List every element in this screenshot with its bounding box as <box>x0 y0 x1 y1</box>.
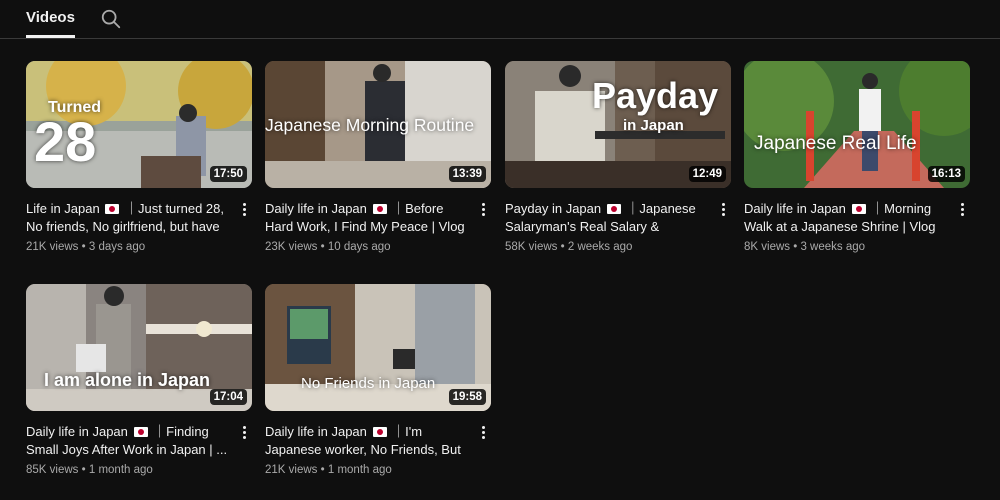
video-title[interactable]: Daily life in Japan ｜I'm Japanese worker… <box>265 423 473 459</box>
japan-flag-icon <box>851 204 866 214</box>
video-card[interactable]: Payday in Japan 12:49 Payday in Japan ｜J… <box>505 61 731 253</box>
japan-flag-icon <box>372 204 387 214</box>
video-thumbnail[interactable]: No Friends in Japan 19:58 <box>265 284 491 411</box>
more-options-icon[interactable] <box>717 202 729 218</box>
video-meta: 21K views • 3 days ago <box>26 241 146 253</box>
japan-flag-icon <box>133 427 148 437</box>
video-title[interactable]: Life in Japan ｜Just turned 28, No friend… <box>26 200 234 236</box>
video-title[interactable]: Daily life in Japan ｜Finding Small Joys … <box>26 423 234 459</box>
more-options-icon[interactable] <box>956 202 968 218</box>
more-options-icon[interactable] <box>238 425 250 441</box>
video-thumbnail[interactable]: Japanese Real Life 16:13 <box>744 61 970 188</box>
thumbnail-overlay: No Friends in Japan <box>301 375 436 392</box>
video-thumbnail[interactable]: Japanese Morning Routine 13:39 <box>265 61 491 188</box>
video-meta: 21K views • 1 month ago <box>265 464 392 476</box>
video-duration: 17:04 <box>209 389 247 405</box>
video-duration: 17:50 <box>209 166 247 182</box>
japan-flag-icon <box>105 204 120 214</box>
video-thumbnail[interactable]: Turned 28 17:50 <box>26 61 252 188</box>
video-title[interactable]: Payday in Japan ｜Japanese Salaryman's Re… <box>505 200 713 236</box>
thumbnail-overlay: I am alone in Japan <box>44 370 211 390</box>
thumbnail-overlay-line2: 28 <box>34 110 97 173</box>
video-card[interactable]: No Friends in Japan 19:58 Daily life in … <box>265 284 491 476</box>
thumbnail-overlay: Japanese Morning Routine <box>265 115 475 135</box>
video-thumbnail[interactable]: Payday in Japan 12:49 <box>505 61 731 188</box>
more-options-icon[interactable] <box>477 202 489 218</box>
video-card[interactable]: Japanese Morning Routine 13:39 Daily lif… <box>265 61 491 253</box>
more-options-icon[interactable] <box>477 425 489 441</box>
japan-flag-icon <box>372 427 387 437</box>
video-duration: 16:13 <box>927 166 965 182</box>
video-meta: 58K views • 2 weeks ago <box>505 241 633 253</box>
video-title[interactable]: Daily life in Japan ｜Morning Walk at a J… <box>744 200 952 236</box>
video-meta: 85K views • 1 month ago <box>26 464 153 476</box>
video-thumbnail[interactable]: I am alone in Japan 17:04 <box>26 284 252 411</box>
channel-tabs: Videos <box>0 0 1000 39</box>
video-meta: 23K views • 10 days ago <box>265 241 391 253</box>
video-card[interactable]: Turned 28 17:50 Life in Japan ｜Just turn… <box>26 61 252 253</box>
more-options-icon[interactable] <box>238 202 250 218</box>
video-meta: 8K views • 3 weeks ago <box>744 241 866 253</box>
search-icon[interactable] <box>100 8 122 30</box>
video-title[interactable]: Daily life in Japan ｜Before Hard Work, I… <box>265 200 473 236</box>
japan-flag-icon <box>606 204 621 214</box>
thumbnail-overlay-line2: in Japan <box>623 117 684 134</box>
tab-videos[interactable]: Videos <box>26 9 75 38</box>
video-card[interactable]: Japanese Real Life 16:13 Daily life in J… <box>744 61 970 253</box>
thumbnail-overlay-line1: Payday <box>592 75 719 116</box>
video-card[interactable]: I am alone in Japan 17:04 Daily life in … <box>26 284 252 476</box>
video-duration: 19:58 <box>448 389 486 405</box>
thumbnail-overlay: Japanese Real Life <box>754 133 917 154</box>
video-duration: 13:39 <box>448 166 486 182</box>
video-duration: 12:49 <box>688 166 726 182</box>
